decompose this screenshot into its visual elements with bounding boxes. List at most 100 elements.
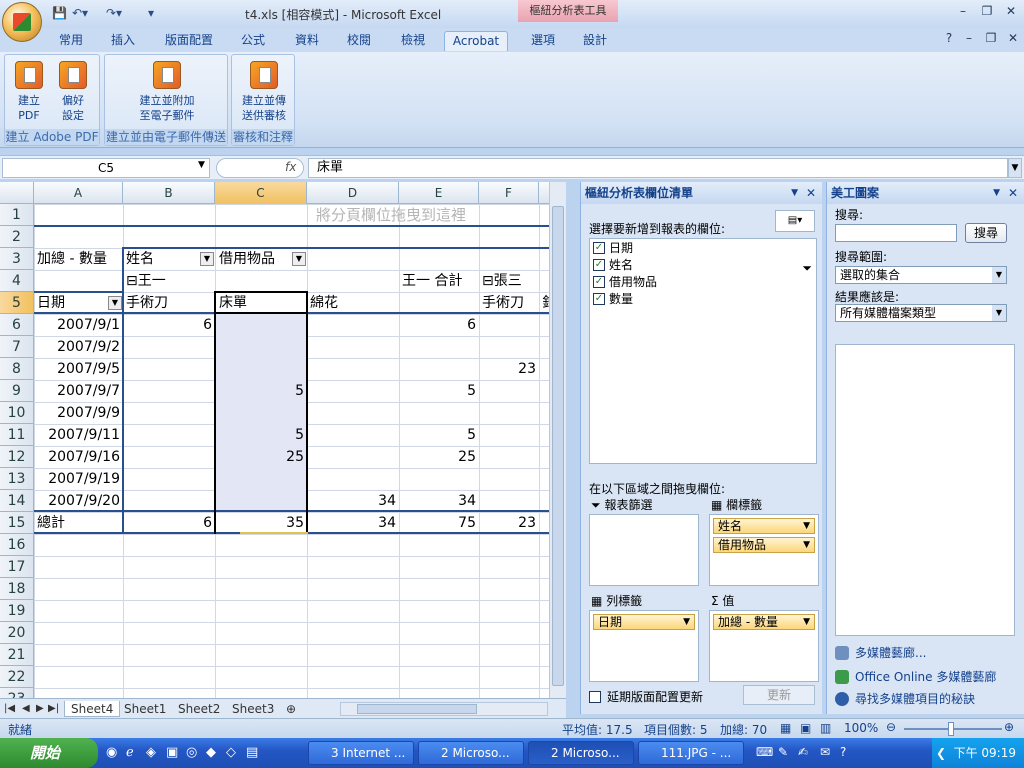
row-header-20[interactable]: 20: [0, 622, 34, 644]
value-cell[interactable]: [399, 402, 479, 424]
tray2-icon[interactable]: ✉: [820, 745, 830, 759]
normal-view-icon[interactable]: ▦: [780, 721, 791, 735]
folder-icon[interactable]: ▣: [166, 745, 178, 760]
create-pdf-button[interactable]: 建立 PDF: [9, 61, 49, 123]
undo-icon[interactable]: ↶▾: [72, 6, 88, 20]
date-cell[interactable]: 2007/9/7: [34, 380, 123, 402]
name-filter-dropdown-icon[interactable]: ▼: [200, 252, 214, 266]
value-cell[interactable]: [307, 446, 399, 468]
row-header-22[interactable]: 22: [0, 666, 34, 688]
row-labels-zone[interactable]: 日期 ▼: [589, 610, 699, 682]
clip-tips-link[interactable]: 尋找多媒體項目的秘訣: [835, 690, 975, 707]
row-header-21[interactable]: 21: [0, 644, 34, 666]
help-icon[interactable]: ?: [938, 31, 960, 49]
row-header-9[interactable]: 9: [0, 380, 34, 402]
report-filter-zone[interactable]: [589, 514, 699, 586]
tab-review[interactable]: 校閱: [340, 31, 378, 51]
value-cell[interactable]: [479, 468, 539, 490]
row-header-7[interactable]: 7: [0, 336, 34, 358]
pen-icon[interactable]: ✎: [778, 745, 788, 759]
tray-expand-icon[interactable]: ❮: [936, 738, 946, 768]
tab-data[interactable]: 資料: [288, 31, 326, 51]
row-header-2[interactable]: 2: [0, 226, 34, 248]
clip-search-input[interactable]: [835, 224, 957, 242]
tab-design[interactable]: 設計: [576, 31, 614, 51]
value-cell[interactable]: [307, 336, 399, 358]
clip-search-button[interactable]: 搜尋: [965, 223, 1007, 243]
expand-formula-bar-icon[interactable]: ▼: [1008, 158, 1022, 178]
date-cell[interactable]: 2007/9/2: [34, 336, 123, 358]
taskbar-item-image[interactable]: 111.JPG - ...: [638, 741, 744, 765]
page-break-view-icon[interactable]: ▥: [820, 721, 831, 735]
column-header-e[interactable]: E: [399, 182, 479, 204]
field-item[interactable]: ✓ 借用物品: [590, 273, 816, 290]
tab-page-layout[interactable]: 版面配置: [158, 31, 220, 51]
value-cell[interactable]: [479, 402, 539, 424]
app3-icon[interactable]: ◇: [226, 745, 236, 760]
date-filter-dropdown-icon[interactable]: ▼: [108, 296, 122, 310]
select-all-corner[interactable]: [0, 182, 34, 204]
close-button[interactable]: ✕: [1000, 4, 1022, 22]
media-icon[interactable]: ◎: [186, 745, 197, 760]
value-cell[interactable]: [307, 402, 399, 424]
column-item-item[interactable]: 借用物品 ▼: [713, 537, 815, 553]
preferences-button[interactable]: 偏好 設定: [53, 61, 93, 123]
group-wang[interactable]: ⊟王一: [126, 270, 166, 292]
pivot-col-field-name[interactable]: 姓名: [126, 248, 154, 270]
vertical-scrollbar[interactable]: [549, 182, 566, 698]
clip-pane-close-icon[interactable]: ✕: [1008, 182, 1018, 204]
value-cell[interactable]: [123, 468, 215, 490]
value-cell[interactable]: [307, 424, 399, 446]
value-cell[interactable]: [307, 358, 399, 380]
customize-qat-icon[interactable]: ▾: [148, 6, 154, 20]
horizontal-scrollbar[interactable]: [340, 702, 548, 716]
zoom-in-icon[interactable]: ⊕: [1004, 720, 1014, 734]
value-cell[interactable]: [123, 358, 215, 380]
column-header-b[interactable]: B: [123, 182, 215, 204]
field-date[interactable]: ✓ 日期: [590, 239, 816, 256]
start-button[interactable]: 開始: [0, 738, 98, 768]
taskbar-item-word[interactable]: 2 Microso...: [418, 741, 524, 765]
minimize-button[interactable]: –: [952, 4, 974, 22]
column-header-f[interactable]: F: [479, 182, 539, 204]
tab-view[interactable]: 檢視: [394, 31, 432, 51]
workbook-restore-button[interactable]: ❐: [980, 31, 1002, 49]
update-button[interactable]: 更新: [743, 685, 815, 705]
row-field-date[interactable]: 日期: [37, 292, 65, 314]
row-header-11[interactable]: 11: [0, 424, 34, 446]
row-item-date[interactable]: 日期 ▼: [593, 614, 695, 630]
value-cell[interactable]: [479, 336, 539, 358]
field-name[interactable]: ✓ 姓名: [590, 256, 816, 273]
date-cell[interactable]: 2007/9/11: [34, 424, 123, 446]
tab-acrobat[interactable]: Acrobat: [444, 31, 508, 51]
row-header-23[interactable]: 23: [0, 688, 34, 698]
row-header-6[interactable]: 6: [0, 314, 34, 336]
row-header-4[interactable]: 4: [0, 270, 34, 292]
row-header-19[interactable]: 19: [0, 600, 34, 622]
tab-home[interactable]: 常用: [52, 31, 90, 51]
create-attach-email-button[interactable]: 建立並附加 至電子郵件: [127, 61, 207, 123]
clip-results-area[interactable]: [835, 344, 1015, 636]
name-box[interactable]: C5: [2, 158, 210, 178]
pane-close-icon[interactable]: ✕: [806, 182, 816, 204]
value-cell[interactable]: [399, 336, 479, 358]
row-header-18[interactable]: 18: [0, 578, 34, 600]
office-button[interactable]: [2, 2, 42, 42]
column-header-a[interactable]: A: [34, 182, 123, 204]
organize-clips-link[interactable]: 多媒體藝廊...: [835, 644, 926, 661]
date-cell[interactable]: 2007/9/19: [34, 468, 123, 490]
zoom-slider-thumb[interactable]: [948, 722, 954, 736]
app4-icon[interactable]: ▤: [246, 745, 258, 760]
restore-button[interactable]: ❐: [976, 4, 998, 22]
row-header-15[interactable]: 15: [0, 512, 34, 534]
value-cell[interactable]: [123, 402, 215, 424]
next-sheet-icon[interactable]: ▶: [36, 701, 44, 717]
zoom-out-icon[interactable]: ⊖: [886, 720, 896, 734]
row-header-8[interactable]: 8: [0, 358, 34, 380]
taskbar-item-internet[interactable]: 3 Internet ...: [308, 741, 414, 765]
group-zhang[interactable]: ⊟張三: [482, 270, 522, 292]
row-header-13[interactable]: 13: [0, 468, 34, 490]
insert-sheet-icon[interactable]: ⊕: [286, 701, 296, 717]
value-cell[interactable]: [123, 446, 215, 468]
redo-icon[interactable]: ↷▾: [106, 6, 122, 20]
